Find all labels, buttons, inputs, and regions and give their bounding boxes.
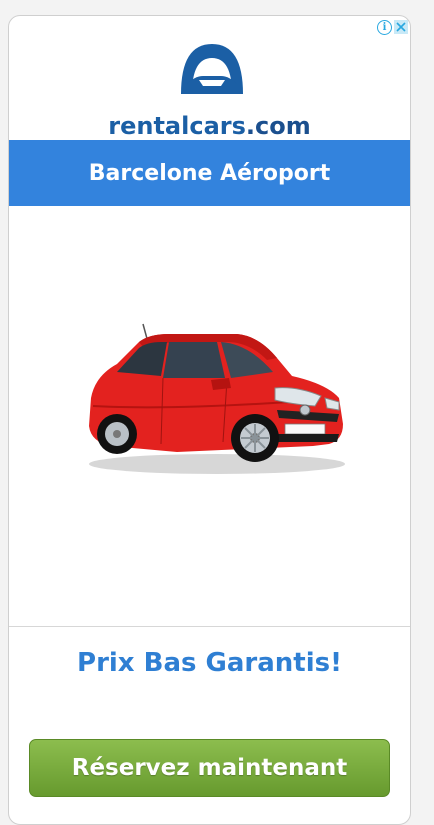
location-banner: Barcelone Aéroport [9, 140, 410, 206]
brand-domain: .com [245, 112, 311, 140]
tagline: Prix Bas Garantis! [77, 648, 342, 678]
brand-wordmark: rentalcars.com [9, 112, 410, 140]
close-icon[interactable] [394, 20, 408, 34]
red-hatchback-car-image[interactable] [77, 306, 352, 481]
divider [9, 626, 410, 627]
location-label: Barcelone Aéroport [88, 160, 331, 186]
brand-logo[interactable]: rentalcars.com [9, 36, 410, 146]
car-arch-logo-icon [181, 44, 243, 94]
reserve-now-button[interactable]: Réservez maintenant [29, 739, 390, 797]
brand-name: rentalcars [108, 112, 246, 140]
info-icon[interactable]: i [377, 19, 392, 35]
ad-card[interactable]: i rentalcars.com Barcelone Aéroport Prix… [8, 15, 411, 825]
adchoices[interactable]: i [377, 19, 408, 35]
